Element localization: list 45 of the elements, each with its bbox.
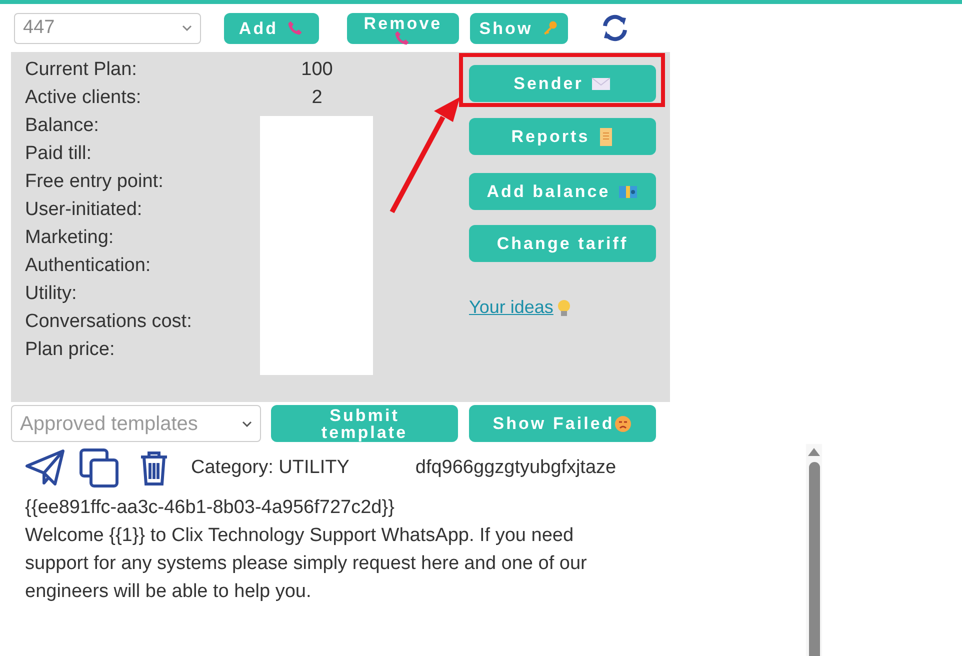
stat-label: Free entry point:: [25, 170, 164, 194]
add-button[interactable]: Add: [224, 12, 319, 44]
stat-value: 2: [310, 86, 324, 110]
template-body: Welcome {{1}} to Clix Technology Support WhatsApp. If you need support for any systems please simply request here and one of our engineers will be able to help you.: [25, 524, 588, 604]
stat-label: Plan price:: [25, 338, 116, 362]
envelope-icon: [591, 76, 612, 92]
stat-label: Current Plan:: [25, 58, 138, 82]
template-category: Category: UTILITY: [191, 456, 350, 480]
stat-value: 100: [300, 58, 334, 82]
reports-button[interactable]: Reports: [469, 118, 656, 155]
stat-label: Balance:: [25, 114, 100, 138]
number-select[interactable]: 447: [14, 12, 201, 44]
scrollbar[interactable]: [806, 444, 822, 656]
show-failed-button[interactable]: Show Failed: [469, 405, 656, 442]
send-icon[interactable]: [25, 449, 65, 487]
money-icon: [618, 184, 638, 200]
chevron-icon: [182, 25, 192, 31]
stat-label: Conversations cost:: [25, 310, 193, 334]
submit-template-button[interactable]: Submit template: [271, 405, 458, 442]
chevron-icon: [242, 420, 252, 426]
show-button[interactable]: Show: [470, 12, 568, 44]
stat-label: Authentication:: [25, 254, 152, 278]
copy-icon[interactable]: [79, 448, 119, 488]
template-name: dfq966ggzgtyubgfxjtaze: [415, 456, 616, 480]
lightbulb-icon: [557, 298, 572, 316]
add-balance-button[interactable]: Add balance: [469, 173, 656, 210]
scrollbar-thumb[interactable]: [808, 462, 820, 656]
trash-icon[interactable]: [139, 450, 169, 486]
scroll-icon: [598, 126, 614, 146]
template-id: {{ee891ffc-aa3c-46b1-8b03-4a956f727c2d}}: [25, 496, 396, 520]
stat-label: Active clients:: [25, 86, 142, 110]
phone-icon: [393, 28, 411, 46]
stat-label: Utility:: [25, 282, 78, 306]
remove-button[interactable]: Remove: [347, 12, 459, 44]
ideas-link[interactable]: Your ideas: [469, 294, 656, 321]
sender-button[interactable]: Sender: [469, 65, 656, 102]
templates-select[interactable]: Approved templates: [11, 405, 261, 442]
phone-icon: [286, 19, 304, 37]
stat-label: User-initiated:: [25, 198, 144, 222]
scroll-up-icon[interactable]: [808, 448, 820, 456]
refresh-icon[interactable]: [601, 14, 629, 42]
stat-label: Paid till:: [25, 142, 93, 166]
sad-face-icon: [614, 414, 632, 432]
change-tariff-button[interactable]: Change tariff: [469, 225, 656, 262]
stat-label: Marketing:: [25, 226, 115, 250]
